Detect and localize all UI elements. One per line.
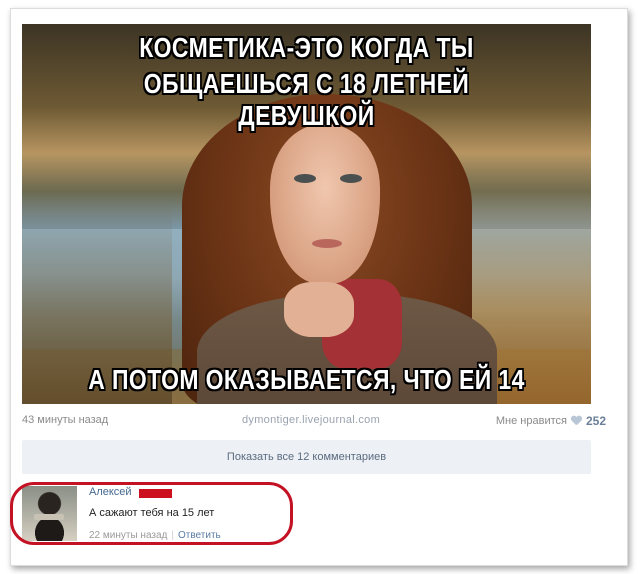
like-label: Мне нравится bbox=[495, 415, 567, 427]
meme-caption-top-2: ОБЩАЕШЬСЯ С 18 ЛЕТНЕЙ ДЕВУШКОЙ bbox=[143, 68, 470, 131]
comment-author[interactable]: Алексей bbox=[89, 486, 132, 498]
comment-text: А сажают тебя на 15 лет bbox=[89, 507, 215, 519]
source-link[interactable]: dymontiger.livejournal.com bbox=[242, 414, 380, 426]
photo-eye-right bbox=[340, 174, 362, 183]
photo-face bbox=[270, 124, 380, 284]
show-all-comments-button[interactable]: Показать все 12 комментариев bbox=[22, 440, 591, 474]
redaction-bar bbox=[139, 489, 172, 498]
comment-footer: 22 минуты назад | Ответить bbox=[89, 530, 221, 541]
post-image[interactable]: КОСМЕТИКА-ЭТО КОГДА ТЫ ОБЩАЕШЬСЯ С 18 ЛЕ… bbox=[22, 24, 591, 404]
like-count: 252 bbox=[585, 414, 606, 428]
heart-icon bbox=[571, 416, 582, 426]
meme-caption-top-1: КОСМЕТИКА-ЭТО КОГДА ТЫ bbox=[139, 32, 474, 63]
like-button[interactable]: Мне нравится 252 bbox=[496, 414, 606, 428]
post-timestamp[interactable]: 43 минуты назад bbox=[22, 414, 108, 426]
avatar[interactable] bbox=[22, 486, 77, 541]
photo-hand bbox=[284, 282, 354, 337]
avatar-detail bbox=[34, 514, 64, 520]
footer-separator: | bbox=[171, 530, 174, 541]
photo-eye-left bbox=[294, 174, 316, 183]
comment-item: Алексей А сажают тебя на 15 лет 22 минут… bbox=[10, 482, 591, 546]
meme-caption-bottom: А ПОТОМ ОКАЗЫВАЕТСЯ, ЧТО ЕЙ 14 bbox=[88, 364, 525, 395]
comment-timestamp[interactable]: 22 минуты назад bbox=[89, 530, 167, 541]
photo-lips bbox=[312, 239, 342, 248]
reply-button[interactable]: Ответить bbox=[178, 530, 221, 541]
